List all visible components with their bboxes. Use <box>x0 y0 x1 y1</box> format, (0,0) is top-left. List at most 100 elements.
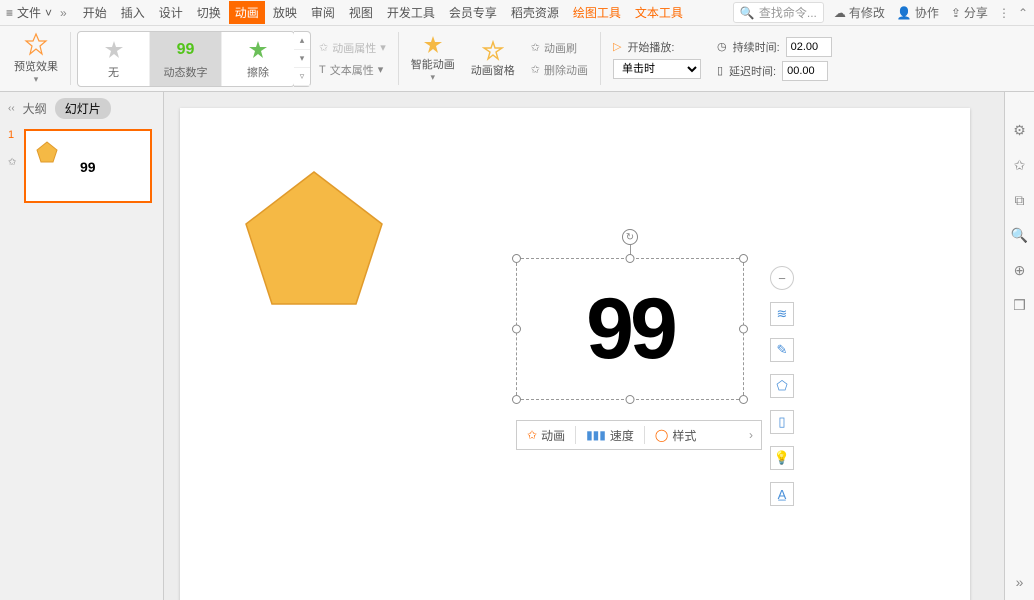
start-trigger-select[interactable]: 单击时 <box>613 59 701 79</box>
tab-animation[interactable]: 动画 <box>229 1 265 24</box>
slide-number: 1 <box>8 129 20 141</box>
tab-draw-tools[interactable]: 绘图工具 <box>567 1 627 24</box>
collapse-panel-icon[interactable]: ‹‹ <box>8 103 15 114</box>
float-animation-button[interactable]: ✩ 动画 <box>517 421 575 449</box>
float-expand-icon[interactable]: › <box>741 428 761 442</box>
rail-cube-icon[interactable]: ❒ <box>1013 297 1026 314</box>
person-icon: 👤 <box>897 6 912 20</box>
rotate-handle[interactable]: ↻ <box>622 229 638 245</box>
chevron-down-icon: ▾ <box>380 41 386 54</box>
slide-canvas[interactable]: ↻ 99 ✩ 动画 ▮▮▮ 速度 <box>180 108 970 600</box>
smart-animation-button[interactable]: 智能动画 ▾ <box>403 26 463 91</box>
timing-group: ▷ 开始播放: 单击时 <box>605 26 709 91</box>
effects-gallery-nav: ▴ ▾ ▿ <box>294 31 311 87</box>
animation-indicator-icon[interactable]: ✩ <box>8 157 20 168</box>
collapse-ribbon-icon[interactable]: ⌃ <box>1018 6 1028 20</box>
chevron-down-icon: ▾ <box>34 74 39 85</box>
tab-review[interactable]: 审阅 <box>305 1 341 24</box>
star-icon: ✩ <box>527 428 537 442</box>
collapse-tool-icon[interactable]: − <box>770 266 794 290</box>
floating-toolbar: ✩ 动画 ▮▮▮ 速度 ◯ 样式 › <box>516 420 762 450</box>
ribbon-tabs: 开始 插入 设计 切换 动画 放映 审阅 视图 开发工具 会员专享 稻壳资源 绘… <box>77 1 689 24</box>
star-icon <box>103 38 125 62</box>
rail-help-icon[interactable]: ⊕ <box>1014 262 1026 279</box>
chevron-down-icon: ▾ <box>430 72 435 83</box>
delay-input[interactable] <box>782 61 828 81</box>
expand-ribbon-icon[interactable]: » <box>60 6 67 20</box>
pentagon-shape[interactable] <box>242 168 386 308</box>
rail-search-icon[interactable]: 🔍 <box>1011 227 1028 244</box>
animation-brush-button[interactable]: ✩ 动画刷 <box>531 40 588 56</box>
handle-ne[interactable] <box>739 254 748 263</box>
play-icon: ▷ <box>613 40 621 53</box>
tab-view[interactable]: 视图 <box>343 1 379 24</box>
file-menu[interactable]: ≡ 文件 ˅ <box>6 4 52 21</box>
sidebar-tabs: ‹‹ 大纲 幻灯片 <box>8 98 155 119</box>
gallery-prev-icon[interactable]: ▴ <box>294 32 310 50</box>
text-properties-button[interactable]: T 文本属性 ▾ <box>319 62 386 78</box>
search-placeholder: 查找命令... <box>759 4 817 21</box>
handle-sw[interactable] <box>512 395 521 404</box>
delete-animation-button[interactable]: ✩ 删除动画 <box>531 62 588 78</box>
tab-design[interactable]: 设计 <box>153 1 189 24</box>
menubar-right: ☁ 有修改 👤 协作 ⇪ 分享 <box>834 4 988 21</box>
text-tool-icon[interactable]: A̲ <box>770 482 794 506</box>
right-rail: ⚙ ✩ ⧉ 🔍 ⊕ ❒ » <box>1004 92 1034 600</box>
slide-thumbnail[interactable]: 99 <box>24 129 152 203</box>
text-content: 99 <box>586 280 674 379</box>
pane-icon <box>482 40 504 62</box>
collab-button[interactable]: 👤 协作 <box>897 4 939 21</box>
cloud-icon: ☁ <box>834 6 846 20</box>
rail-star-icon[interactable]: ✩ <box>1014 157 1026 174</box>
rail-collapse-icon[interactable]: » <box>1016 574 1024 590</box>
outline-tab[interactable]: 大纲 <box>23 100 47 117</box>
effect-erase[interactable]: 擦除 <box>222 32 294 86</box>
handle-e[interactable] <box>739 325 748 334</box>
animation-effects-gallery: 无 99 动态数字 擦除 <box>77 31 295 87</box>
tab-docer[interactable]: 稻壳资源 <box>505 1 565 24</box>
duration-input[interactable] <box>786 37 832 57</box>
layers-tool-icon[interactable]: ≋ <box>770 302 794 326</box>
gallery-next-icon[interactable]: ▾ <box>294 50 310 68</box>
share-button[interactable]: ⇪ 分享 <box>951 4 988 21</box>
effect-none[interactable]: 无 <box>78 32 150 86</box>
text-box-selected[interactable]: ↻ 99 <box>516 258 744 400</box>
gallery-expand-icon[interactable]: ▿ <box>294 68 310 86</box>
handle-nw[interactable] <box>512 254 521 263</box>
tab-insert[interactable]: 插入 <box>115 1 151 24</box>
preview-effect-button[interactable]: 预览效果 ▾ <box>6 26 66 91</box>
ribbon: 预览效果 ▾ 无 99 动态数字 擦除 ▴ ▾ ▿ ✩ 动画属性 ▾ <box>0 26 1034 92</box>
modified-indicator[interactable]: ☁ 有修改 <box>834 4 885 21</box>
tab-devtools[interactable]: 开发工具 <box>381 1 441 24</box>
tab-transition[interactable]: 切换 <box>191 1 227 24</box>
slides-tab[interactable]: 幻灯片 <box>55 98 111 119</box>
chevron-down-icon: ▾ <box>378 63 384 76</box>
search-icon: 🔍 <box>740 6 755 20</box>
float-style-button[interactable]: ◯ 样式 <box>645 421 706 449</box>
tab-text-tools[interactable]: 文本工具 <box>629 1 689 24</box>
text-icon: T <box>319 64 326 76</box>
rail-layers-icon[interactable]: ⧉ <box>1015 192 1025 209</box>
rail-gear-icon[interactable]: ⚙ <box>1013 122 1026 139</box>
handle-se[interactable] <box>739 395 748 404</box>
handle-w[interactable] <box>512 325 521 334</box>
delete-icon: ✩ <box>531 63 540 76</box>
more-menu-icon[interactable]: ⋮ <box>998 6 1010 20</box>
animation-properties-group: ✩ 动画属性 ▾ T 文本属性 ▾ <box>311 26 394 91</box>
tab-vip[interactable]: 会员专享 <box>443 1 503 24</box>
idea-tool-icon[interactable]: 💡 <box>770 446 794 470</box>
pen-tool-icon[interactable]: ✎ <box>770 338 794 362</box>
animation-pane-button[interactable]: 动画窗格 <box>463 26 523 91</box>
handle-s[interactable] <box>626 395 635 404</box>
tab-slideshow[interactable]: 放映 <box>267 1 303 24</box>
tab-start[interactable]: 开始 <box>77 1 113 24</box>
pentagon-icon <box>36 141 58 163</box>
effect-dynamic-number[interactable]: 99 动态数字 <box>150 32 222 86</box>
float-speed-button[interactable]: ▮▮▮ 速度 <box>576 421 644 449</box>
fill-tool-icon[interactable]: ⬠ <box>770 374 794 398</box>
menubar: ≡ 文件 ˅ » 开始 插入 设计 切换 动画 放映 审阅 视图 开发工具 会员… <box>0 0 1034 26</box>
crop-tool-icon[interactable]: ▯ <box>770 410 794 434</box>
command-search[interactable]: 🔍 查找命令... <box>733 2 824 23</box>
handle-n[interactable] <box>626 254 635 263</box>
star-icon: ✩ <box>319 41 328 54</box>
